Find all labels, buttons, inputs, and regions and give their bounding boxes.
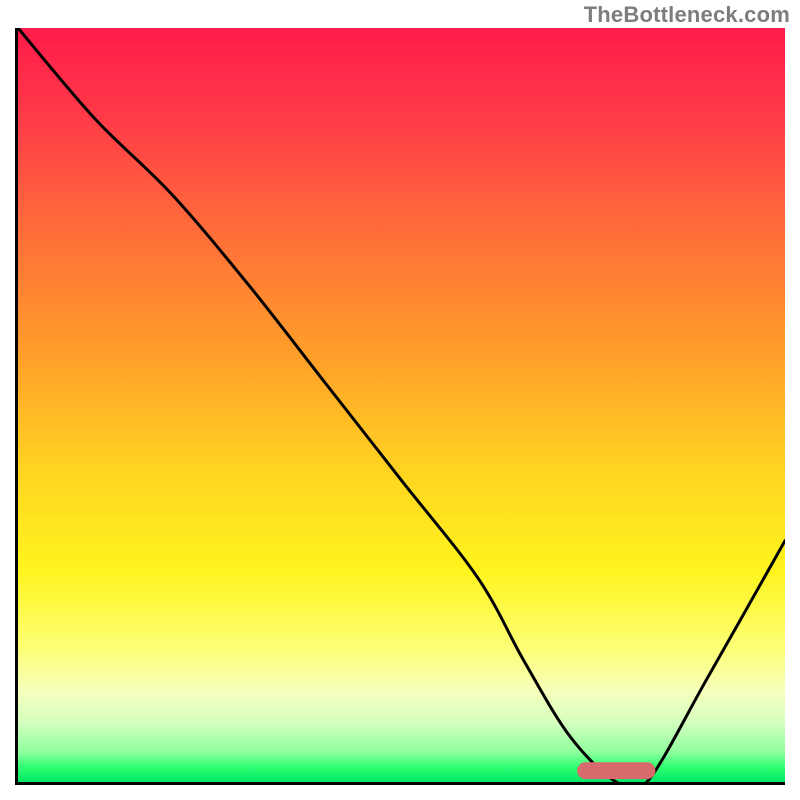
chart-svg-overlay [18, 28, 785, 782]
bottleneck-curve [18, 28, 785, 782]
plot-area [15, 28, 785, 785]
watermark-text: TheBottleneck.com [584, 2, 790, 28]
chart-canvas: TheBottleneck.com [0, 0, 800, 800]
